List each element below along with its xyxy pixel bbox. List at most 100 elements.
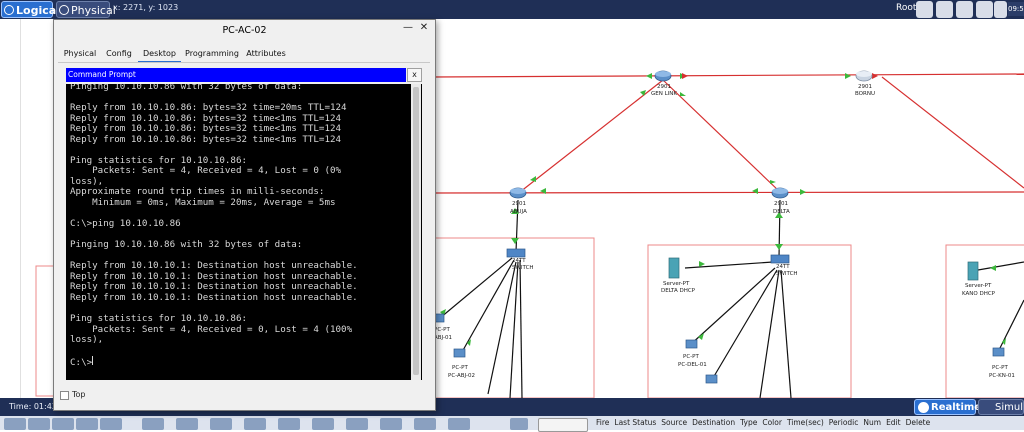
device-model-icon[interactable] bbox=[176, 418, 198, 430]
window-title: PC-AC-02 bbox=[222, 25, 267, 36]
terminal-line: Ping statistics for 10.10.10.86: bbox=[70, 154, 248, 166]
realtime-clock-icon bbox=[918, 402, 929, 413]
link-bornu-right bbox=[881, 76, 1024, 189]
device-model-icon[interactable] bbox=[346, 418, 368, 430]
switch-icon bbox=[770, 254, 790, 264]
router-icon bbox=[771, 187, 789, 199]
terminal-line: C:\>ping 10.10.10.86 bbox=[70, 218, 181, 230]
tab-divider bbox=[58, 62, 430, 63]
server-name-label: DELTA DHCP bbox=[661, 288, 696, 294]
link-sw2-b bbox=[759, 269, 780, 399]
event-col: Color bbox=[762, 418, 782, 427]
tab-physical[interactable]: Physical bbox=[60, 47, 100, 61]
tab-desktop[interactable]: Desktop bbox=[138, 47, 181, 63]
link-sw2-a bbox=[712, 269, 778, 379]
router-name-label: DELTA bbox=[773, 209, 790, 215]
pc-icon bbox=[992, 347, 1005, 357]
tab-config[interactable]: Config bbox=[103, 47, 135, 61]
router-model-label: 2901 bbox=[657, 84, 671, 90]
link-down-marker-2 bbox=[872, 73, 878, 79]
terminal-line: Reply from 10.10.10.1: Destination host … bbox=[70, 270, 358, 282]
link-sw2-pc bbox=[689, 267, 776, 346]
link-sw1-pc1 bbox=[439, 257, 513, 319]
terminal-line: Minimum = 0ms, Maximum = 20ms, Average =… bbox=[70, 197, 336, 209]
router-model-label: 2901 bbox=[774, 201, 788, 207]
device-category-icon[interactable] bbox=[28, 418, 50, 430]
terminal-output[interactable]: Pinging 10.10.10.86 with 32 bytes of dat… bbox=[66, 84, 422, 380]
router-name-label: ABUJA bbox=[510, 209, 527, 215]
terminal-line: C:\> bbox=[70, 357, 93, 369]
event-col: Source bbox=[661, 418, 688, 427]
server-icon bbox=[668, 257, 680, 279]
device-model-icon[interactable] bbox=[210, 418, 232, 430]
device-model-icon[interactable] bbox=[448, 418, 470, 430]
terminal-line: Reply from 10.10.10.1: Destination host … bbox=[70, 291, 358, 303]
device-model-icon[interactable] bbox=[312, 418, 334, 430]
switch-name-label: SWITCH bbox=[776, 271, 798, 277]
command-prompt-close-button[interactable]: x bbox=[407, 68, 422, 82]
router-name-label: BORNU bbox=[855, 91, 875, 97]
link-down-marker bbox=[682, 73, 688, 79]
link-abuja-switch bbox=[515, 199, 519, 253]
pc-model-label: PC-PT bbox=[683, 354, 699, 360]
pc-name-label: PC-DEL-01 bbox=[678, 362, 707, 368]
pc-model-label: PC-PT bbox=[452, 365, 468, 371]
event-col: Type bbox=[740, 418, 758, 427]
event-col: Last Status bbox=[614, 418, 657, 427]
terminal-line: Reply from 10.10.10.86: bytes=32 time=20… bbox=[70, 102, 347, 114]
pc-icon bbox=[453, 348, 466, 358]
simulation-label: Simula bbox=[995, 402, 1023, 413]
tab-attributes[interactable]: Attributes bbox=[242, 47, 290, 61]
device-category-icon[interactable] bbox=[100, 418, 122, 430]
realtime-mode-button[interactable]: Realtime bbox=[914, 399, 981, 415]
terminal-line: loss), bbox=[70, 175, 104, 187]
terminal-line: Reply from 10.10.10.86: bytes=32 time<1m… bbox=[70, 123, 342, 135]
top-checkbox-label: Top bbox=[72, 390, 86, 399]
event-col: Periodic bbox=[828, 418, 859, 427]
device-model-icon[interactable] bbox=[142, 418, 164, 430]
simulation-mode-button[interactable]: Simula bbox=[978, 399, 1024, 415]
top-checkbox[interactable] bbox=[60, 391, 69, 400]
device-category-icon[interactable] bbox=[4, 418, 26, 430]
switch-icon bbox=[506, 248, 526, 258]
device-category-icon[interactable] bbox=[76, 418, 98, 430]
terminal-line: Reply from 10.10.10.1: Destination host … bbox=[70, 281, 358, 293]
router-icon bbox=[654, 70, 672, 82]
device-category-icon[interactable] bbox=[52, 418, 74, 430]
server-icon bbox=[967, 261, 979, 281]
close-window-button[interactable]: ✕ bbox=[416, 22, 432, 38]
event-col: Num bbox=[863, 418, 882, 427]
link-kano-pc bbox=[997, 299, 1024, 353]
switch-model-label: 24TT bbox=[776, 264, 790, 270]
link-genlink-abuja bbox=[519, 79, 664, 193]
event-col: Fire bbox=[596, 418, 610, 427]
pc-model-label: PC-PT bbox=[434, 327, 450, 333]
terminal-scrollbar[interactable] bbox=[411, 84, 421, 380]
pc-icon bbox=[685, 339, 698, 349]
pc-config-window: PC-AC-02 — ✕ Physical Config Desktop Pro… bbox=[53, 19, 436, 411]
device-model-icon[interactable] bbox=[414, 418, 436, 430]
device-model-icon[interactable] bbox=[380, 418, 402, 430]
terminal-line: Reply from 10.10.10.86: bytes=32 time<1m… bbox=[70, 112, 342, 124]
server-model-label: Server-PT bbox=[663, 281, 690, 287]
minimize-button[interactable]: — bbox=[401, 22, 415, 38]
event-col: Destination bbox=[692, 418, 736, 427]
event-col: Edit bbox=[886, 418, 901, 427]
device-model-icon[interactable] bbox=[244, 418, 266, 430]
event-col: Delete bbox=[905, 418, 931, 427]
device-model-icon[interactable] bbox=[278, 418, 300, 430]
router-model-label: 2901 bbox=[512, 201, 526, 207]
link-sw2-c bbox=[780, 269, 792, 399]
link-top bbox=[431, 73, 1024, 78]
terminal-line: Pinging 10.10.10.86 with 32 bytes of dat… bbox=[70, 239, 303, 251]
pc-name-label: PC-ABJ-02 bbox=[448, 373, 475, 379]
pdu-icon[interactable] bbox=[510, 418, 528, 430]
terminal-line: Reply from 10.10.10.1: Destination host … bbox=[70, 260, 358, 272]
terminal-line: Packets: Sent = 4, Received = 4, Lost = … bbox=[70, 165, 342, 177]
terminal-line: loss), bbox=[70, 334, 104, 346]
link-sw2-server bbox=[684, 261, 774, 269]
scrollbar-thumb[interactable] bbox=[413, 87, 419, 375]
tab-programming[interactable]: Programming bbox=[184, 47, 240, 61]
pc-model-label: PC-PT bbox=[992, 365, 1008, 371]
router-name-label: GEN LINK bbox=[651, 91, 677, 97]
